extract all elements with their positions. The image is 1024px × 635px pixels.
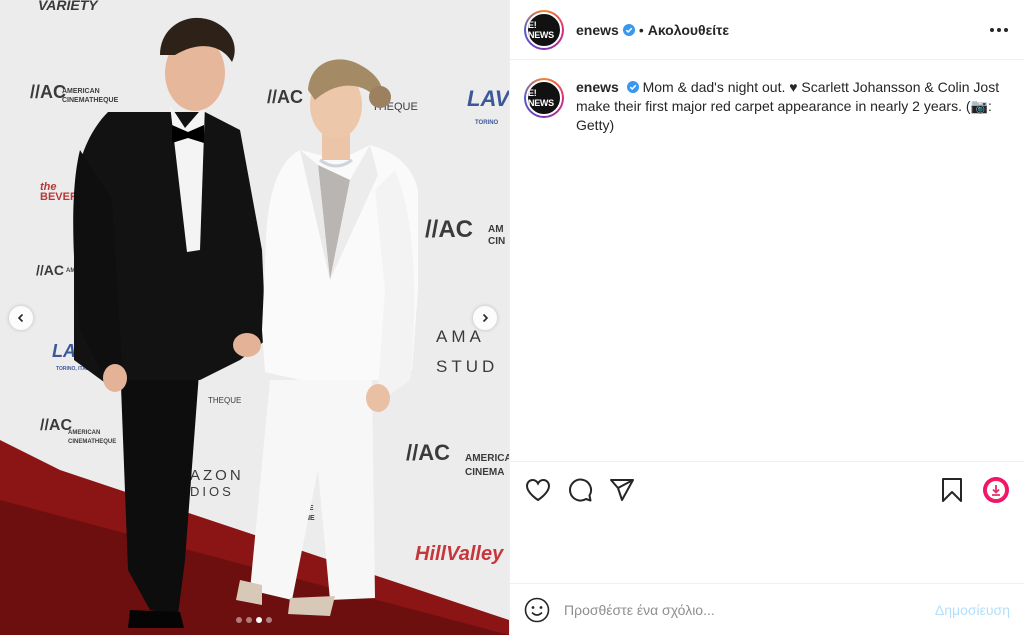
carousel-dot	[246, 617, 252, 623]
red-carpet-photo: VARIETY //AC AMERICAN CINEMATHEQUE //AC …	[0, 0, 509, 635]
carousel-prev-button[interactable]	[9, 306, 33, 330]
bookmark-icon	[942, 477, 962, 502]
svg-text://AC: //AC	[406, 440, 450, 465]
post-comment-button[interactable]: Δημοσίευση	[935, 602, 1010, 618]
share-button[interactable]	[608, 476, 636, 504]
carousel-dot	[236, 617, 242, 623]
svg-text://AC: //AC	[267, 87, 303, 107]
paper-plane-icon	[610, 478, 634, 501]
svg-text:CINEMATHEQUE: CINEMATHEQUE	[62, 97, 119, 104]
svg-text:LAV: LAV	[467, 86, 509, 111]
avatar-logo: E! NEWS	[528, 88, 554, 108]
verified-badge-icon	[626, 81, 639, 93]
svg-text:CINEMATHEQUE: CINEMATHEQUE	[68, 439, 116, 445]
post-photo[interactable]: VARIETY //AC AMERICAN CINEMATHEQUE //AC …	[0, 0, 509, 635]
save-button[interactable]	[938, 476, 966, 504]
avatar[interactable]: E! NEWS	[524, 9, 564, 50]
post-header: E! NEWS enews • Ακολουθείτε	[510, 0, 1024, 60]
avatar-logo: E! NEWS	[528, 19, 554, 40]
comment-bubble-icon	[569, 478, 593, 502]
like-button[interactable]	[524, 476, 552, 504]
svg-text://AC: //AC	[425, 216, 473, 243]
following-button[interactable]: Ακολουθείτε	[648, 22, 729, 38]
svg-text:AZON: AZON	[190, 467, 244, 484]
svg-text:TORINO: TORINO	[475, 120, 499, 126]
carousel-dot	[256, 617, 262, 623]
comment-input[interactable]	[564, 601, 904, 618]
svg-text:CIN: CIN	[488, 236, 505, 247]
caption-username[interactable]: enews	[576, 79, 619, 95]
chevron-left-icon	[17, 313, 24, 323]
smiley-icon[interactable]	[524, 597, 550, 623]
caption-text: Mom & dad's night out. ♥ Scarlett Johans…	[576, 79, 1000, 133]
svg-text:DIOS: DIOS	[190, 484, 234, 499]
instagram-post-dialog: VARIETY //AC AMERICAN CINEMATHEQUE //AC …	[0, 0, 1024, 635]
svg-text:BEVER: BEVER	[40, 191, 78, 203]
carousel-next-button[interactable]	[473, 306, 497, 330]
svg-text:CINEMA: CINEMA	[465, 467, 504, 478]
chevron-right-icon	[482, 313, 489, 323]
svg-text:HillValley: HillValley	[415, 543, 504, 565]
svg-text://AC: //AC	[30, 82, 66, 102]
post-side-panel: E! NEWS enews • Ακολουθείτε E! NEWS enew…	[509, 0, 1024, 635]
caption-avatar[interactable]: E! NEWS	[524, 78, 564, 118]
post-caption: E! NEWS enews Mom & dad's night out. ♥ S…	[510, 60, 1024, 460]
download-extension-icon	[983, 476, 1009, 503]
svg-text:VARIETY: VARIETY	[38, 0, 99, 13]
svg-text:AMERICAN: AMERICAN	[465, 453, 509, 464]
header-username[interactable]: enews	[576, 22, 619, 38]
svg-text:AMERICAN: AMERICAN	[68, 430, 100, 436]
comment-bar: Δημοσίευση	[510, 583, 1024, 635]
verified-badge-icon	[622, 23, 635, 36]
carousel-indicator	[236, 617, 272, 623]
more-options-icon[interactable]	[990, 27, 1008, 32]
svg-text:AM: AM	[66, 268, 75, 274]
header-separator: •	[638, 21, 644, 38]
svg-text:THEQUE: THEQUE	[208, 396, 241, 405]
caption-text-block: enews Mom & dad's night out. ♥ Scarlett …	[576, 78, 1010, 460]
post-actions	[510, 461, 1024, 517]
svg-text:STUD: STUD	[436, 357, 498, 376]
comment-button[interactable]	[566, 476, 594, 504]
download-extension-button[interactable]	[982, 476, 1010, 504]
download-arrow-icon	[992, 484, 1000, 496]
svg-text://AC: //AC	[36, 262, 64, 278]
svg-text:AM: AM	[488, 224, 504, 235]
heart-icon	[525, 478, 551, 501]
svg-text:AMA: AMA	[436, 327, 485, 346]
svg-text:AMERICAN: AMERICAN	[62, 88, 100, 95]
carousel-dot	[266, 617, 272, 623]
